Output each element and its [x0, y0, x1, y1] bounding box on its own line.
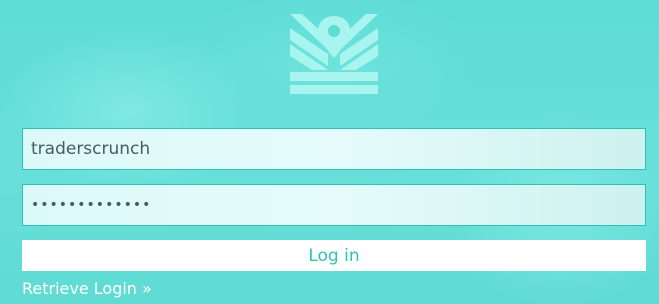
password-input[interactable]	[22, 184, 646, 226]
logo-icon	[290, 14, 378, 94]
login-button[interactable]: Log in	[22, 240, 646, 271]
retrieve-login-link[interactable]: Retrieve Login »	[22, 279, 152, 298]
username-input[interactable]	[22, 128, 646, 170]
